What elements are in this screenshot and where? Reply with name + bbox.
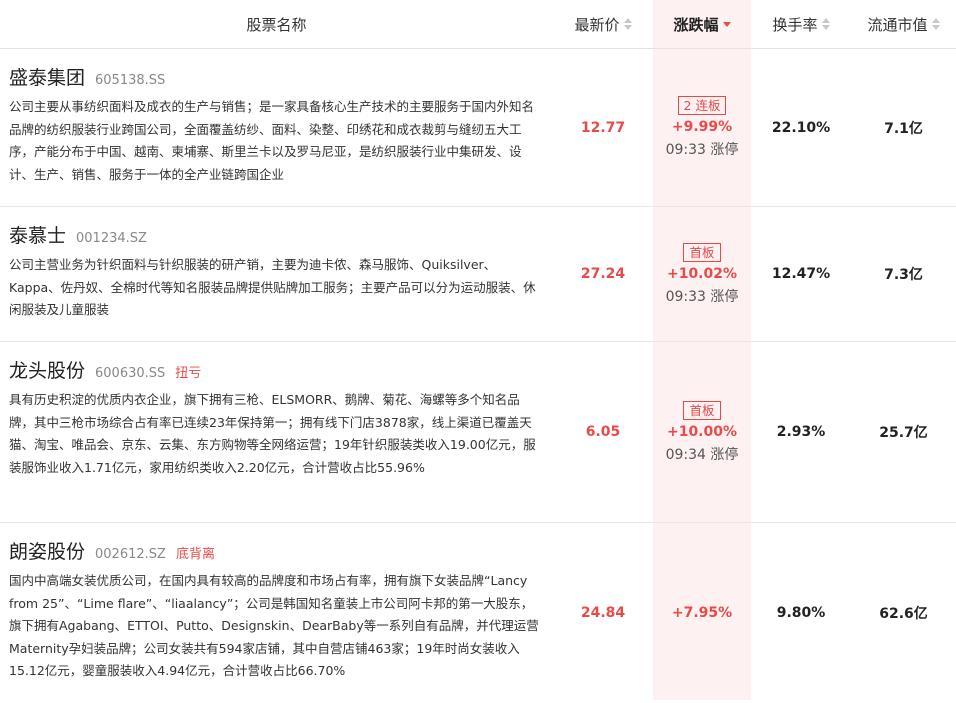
limit-up-time: 09:33 涨停 [665, 288, 739, 305]
header-change[interactable]: 涨跌幅 [653, 14, 751, 35]
limit-up-badge: 2 连板 [677, 96, 727, 115]
limit-up-time: 09:33 涨停 [665, 142, 739, 158]
table-header: 股票名称 最新价 涨跌幅 换手率 流通市值 [0, 0, 956, 49]
latest-price: 6.05 [585, 424, 621, 440]
stock-signal-tag[interactable]: 底背离 [176, 543, 215, 562]
stock-description: 具有历史积淀的优质内衣企业，旗下拥有三枪、ELSMORR、鹅牌、菊花、海螺等多个… [9, 392, 536, 475]
turnover-rate: 9.80% [776, 605, 826, 621]
stock-code: 600630.SS [95, 366, 166, 381]
header-price[interactable]: 最新价 [553, 14, 653, 35]
limit-up-badge: 首板 [683, 400, 721, 420]
stock-name[interactable]: 朗姿股份 [9, 537, 85, 564]
stock-info: 盛泰集团 605138.SS 公司主要从事纺织面料及成衣的生产与销售；是一家具备… [0, 49, 553, 206]
stock-description: 公司主营业务为针织面料与针织服装的研产销，主要为迪卡侬、森马服饰、Quiksil… [9, 257, 536, 317]
stock-info: 龙头股份 600630.SS 扭亏 具有历史积淀的优质内衣企业，旗下拥有三枪、E… [0, 342, 553, 522]
stock-code: 001234.SZ [76, 231, 147, 246]
change-percent: +10.02% [666, 265, 738, 282]
turnover-rate: 22.10% [771, 119, 831, 136]
market-cap: 25.7亿 [879, 425, 928, 441]
stock-signal-tag[interactable]: 扭亏 [175, 362, 201, 381]
sort-icon[interactable] [821, 18, 830, 30]
stock-description: 公司主要从事纺织面料及成衣的生产与销售；是一家具备核心生产技术的主要服务于国内外… [9, 99, 535, 182]
latest-price: 12.77 [580, 119, 626, 136]
header-market-cap[interactable]: 流通市值 [851, 14, 956, 35]
market-cap: 62.6亿 [879, 606, 928, 622]
table-row[interactable]: 龙头股份 600630.SS 扭亏 具有历史积淀的优质内衣企业，旗下拥有三枪、E… [0, 342, 956, 523]
change-percent: +7.95% [671, 605, 733, 621]
table-row[interactable]: 盛泰集团 605138.SS 公司主要从事纺织面料及成衣的生产与销售；是一家具备… [0, 49, 956, 207]
latest-price: 27.24 [580, 266, 626, 282]
stock-code: 605138.SS [95, 73, 166, 88]
table-row[interactable]: 泰慕士 001234.SZ 公司主营业务为针织面料与针织服装的研产销，主要为迪卡… [0, 207, 956, 342]
stock-name[interactable]: 盛泰集团 [9, 63, 85, 90]
stock-table: 股票名称 最新价 涨跌幅 换手率 流通市值 盛泰集团 605138.SS 公司主… [0, 0, 956, 703]
stock-name[interactable]: 泰慕士 [9, 221, 66, 248]
turnover-rate: 2.93% [776, 424, 826, 440]
sort-icon[interactable] [931, 18, 940, 30]
stock-name[interactable]: 龙头股份 [9, 356, 85, 383]
limit-up-time: 09:34 涨停 [665, 446, 739, 463]
stock-description: 国内中高端女装优质公司，在国内具有较高的品牌度和市场占有率，拥有旗下女装品牌“L… [9, 573, 539, 678]
stock-info: 朗姿股份 002612.SZ 底背离 国内中高端女装优质公司，在国内具有较高的品… [0, 523, 553, 703]
limit-up-badge: 首板 [683, 242, 721, 262]
header-turnover[interactable]: 换手率 [751, 14, 851, 35]
stock-info: 泰慕士 001234.SZ 公司主营业务为针织面料与针织服装的研产销，主要为迪卡… [0, 207, 553, 341]
change-percent: +10.00% [666, 423, 738, 440]
sort-icon[interactable] [623, 18, 632, 30]
header-stock-name: 股票名称 [246, 15, 307, 34]
latest-price: 24.84 [580, 605, 626, 621]
turnover-rate: 12.47% [771, 266, 831, 282]
market-cap: 7.1亿 [884, 120, 923, 137]
market-cap: 7.3亿 [884, 267, 923, 283]
table-row[interactable]: 朗姿股份 002612.SZ 底背离 国内中高端女装优质公司，在国内具有较高的品… [0, 523, 956, 703]
stock-code: 002612.SZ [95, 547, 166, 562]
sort-desc-icon[interactable] [722, 21, 731, 27]
change-percent: +9.99% [671, 119, 733, 135]
